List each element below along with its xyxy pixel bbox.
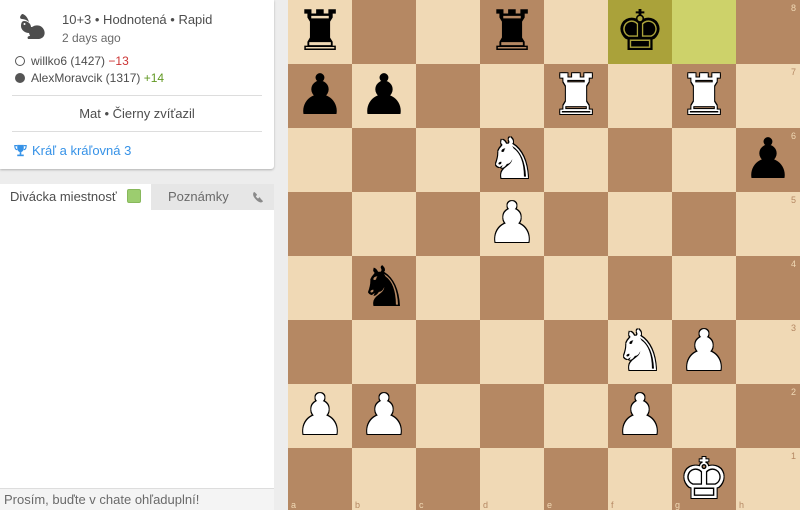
square-a5[interactable] bbox=[288, 192, 352, 256]
game-title: 10+3 • Hodnotená • Rapid bbox=[62, 12, 213, 27]
white-circle-icon bbox=[15, 56, 25, 66]
player-white-name: willko6 (1427) bbox=[31, 54, 106, 68]
square-e2[interactable] bbox=[544, 384, 608, 448]
square-c8[interactable] bbox=[416, 0, 480, 64]
square-f6[interactable] bbox=[608, 128, 672, 192]
square-b1[interactable] bbox=[352, 448, 416, 510]
rank-label: 4 bbox=[791, 259, 797, 269]
file-label: h bbox=[739, 500, 745, 510]
black-rook-icon[interactable]: ♜ bbox=[480, 0, 544, 64]
chat-tabs: Divácka miestnosť Poznámky bbox=[0, 184, 274, 210]
file-label: d bbox=[483, 500, 489, 510]
square-d2[interactable] bbox=[480, 384, 544, 448]
tournament-link[interactable]: Kráľ a kráľovná 3 bbox=[14, 143, 131, 158]
player-black-rating-diff: +14 bbox=[143, 71, 165, 85]
square-a6[interactable] bbox=[288, 128, 352, 192]
analysis-page: 10+3 • Hodnotená • Rapid 2 days ago will… bbox=[0, 0, 800, 510]
square-f1[interactable] bbox=[608, 448, 672, 510]
square-e8[interactable] bbox=[544, 0, 608, 64]
tab-notes[interactable]: Poznámky bbox=[168, 189, 229, 204]
square-e5[interactable] bbox=[544, 192, 608, 256]
tab-spectator-room[interactable]: Divácka miestnosť bbox=[0, 184, 151, 210]
square-d3[interactable] bbox=[480, 320, 544, 384]
black-pawn-icon[interactable]: ♟ bbox=[352, 64, 416, 128]
black-rook-icon[interactable]: ♜ bbox=[288, 0, 352, 64]
tournament-name: Kráľ a kráľovná 3 bbox=[32, 143, 132, 158]
square-a3[interactable] bbox=[288, 320, 352, 384]
black-pawn-icon[interactable]: ♟ bbox=[736, 128, 800, 192]
rank-label: 8 bbox=[791, 3, 797, 13]
square-c3[interactable] bbox=[416, 320, 480, 384]
white-pawn-icon[interactable]: ♟ bbox=[608, 384, 672, 448]
file-label: b bbox=[355, 500, 361, 510]
square-d1[interactable] bbox=[480, 448, 544, 510]
white-rook-icon[interactable]: ♜ bbox=[544, 64, 608, 128]
square-g2[interactable] bbox=[672, 384, 736, 448]
square-g8[interactable] bbox=[672, 0, 736, 64]
game-result: Mat • Čierny zvíťazil bbox=[79, 106, 195, 121]
white-pawn-icon[interactable]: ♟ bbox=[352, 384, 416, 448]
file-label: e bbox=[547, 500, 553, 510]
white-knight-icon[interactable]: ♞ bbox=[608, 320, 672, 384]
rank-label: 2 bbox=[791, 387, 797, 397]
square-e3[interactable] bbox=[544, 320, 608, 384]
black-knight-icon[interactable]: ♞ bbox=[352, 256, 416, 320]
chess-board[interactable]: 8 7 6 5 4 3 2 1 a b c d e f g h ♜ ♜ ♚ ♟ ♟ ♜ ♜ ♞ ♟ ♟ ♞ ♞ ♟ ♟ ♟ ♟ ♚ bbox=[288, 0, 800, 510]
square-a4[interactable] bbox=[288, 256, 352, 320]
player-black-name: AlexMoravcik (1317) bbox=[31, 71, 141, 85]
player-white-rating-diff: −13 bbox=[108, 54, 129, 68]
phone-icon[interactable] bbox=[250, 189, 265, 204]
square-a1[interactable] bbox=[288, 448, 352, 510]
square-g4[interactable] bbox=[672, 256, 736, 320]
square-g5[interactable] bbox=[672, 192, 736, 256]
black-pawn-icon[interactable]: ♟ bbox=[288, 64, 352, 128]
game-info-card: 10+3 • Hodnotená • Rapid 2 days ago will… bbox=[0, 0, 274, 169]
square-e6[interactable] bbox=[544, 128, 608, 192]
game-date: 2 days ago bbox=[62, 31, 121, 45]
player-white[interactable]: willko6 (1427) −13 bbox=[15, 54, 129, 68]
black-king-icon[interactable]: ♚ bbox=[608, 0, 672, 64]
square-f7[interactable] bbox=[608, 64, 672, 128]
rank-label: 3 bbox=[791, 323, 797, 333]
square-e4[interactable] bbox=[544, 256, 608, 320]
square-d7[interactable] bbox=[480, 64, 544, 128]
square-e1[interactable] bbox=[544, 448, 608, 510]
divider bbox=[12, 95, 262, 96]
white-pawn-icon[interactable]: ♟ bbox=[288, 384, 352, 448]
square-g6[interactable] bbox=[672, 128, 736, 192]
divider bbox=[12, 131, 262, 132]
file-label: c bbox=[419, 500, 424, 510]
file-label: a bbox=[291, 500, 297, 510]
white-knight-icon[interactable]: ♞ bbox=[480, 128, 544, 192]
chat-input[interactable]: Prosím, buďte v chate ohľaduplní! bbox=[0, 488, 274, 510]
square-c4[interactable] bbox=[416, 256, 480, 320]
square-b3[interactable] bbox=[352, 320, 416, 384]
rank-label: 1 bbox=[791, 451, 797, 461]
square-c2[interactable] bbox=[416, 384, 480, 448]
square-c6[interactable] bbox=[416, 128, 480, 192]
white-pawn-icon[interactable]: ♟ bbox=[480, 192, 544, 256]
square-f5[interactable] bbox=[608, 192, 672, 256]
white-pawn-icon[interactable]: ♟ bbox=[672, 320, 736, 384]
rank-label: 7 bbox=[791, 67, 797, 77]
square-b5[interactable] bbox=[352, 192, 416, 256]
square-b8[interactable] bbox=[352, 0, 416, 64]
square-c1[interactable] bbox=[416, 448, 480, 510]
player-black[interactable]: AlexMoravcik (1317) +14 bbox=[15, 71, 164, 85]
rabbit-icon bbox=[20, 14, 45, 39]
black-circle-icon bbox=[15, 73, 25, 83]
tab-spectator-room-label: Divácka miestnosť bbox=[10, 189, 117, 204]
square-c7[interactable] bbox=[416, 64, 480, 128]
trophy-icon bbox=[14, 144, 27, 157]
white-rook-icon[interactable]: ♜ bbox=[672, 64, 736, 128]
square-b6[interactable] bbox=[352, 128, 416, 192]
chat-messages bbox=[0, 210, 274, 488]
square-d4[interactable] bbox=[480, 256, 544, 320]
chat-toggle[interactable] bbox=[127, 189, 141, 203]
white-king-icon[interactable]: ♚ bbox=[672, 448, 736, 510]
square-f4[interactable] bbox=[608, 256, 672, 320]
rank-label: 5 bbox=[791, 195, 797, 205]
square-c5[interactable] bbox=[416, 192, 480, 256]
file-label: f bbox=[611, 500, 614, 510]
